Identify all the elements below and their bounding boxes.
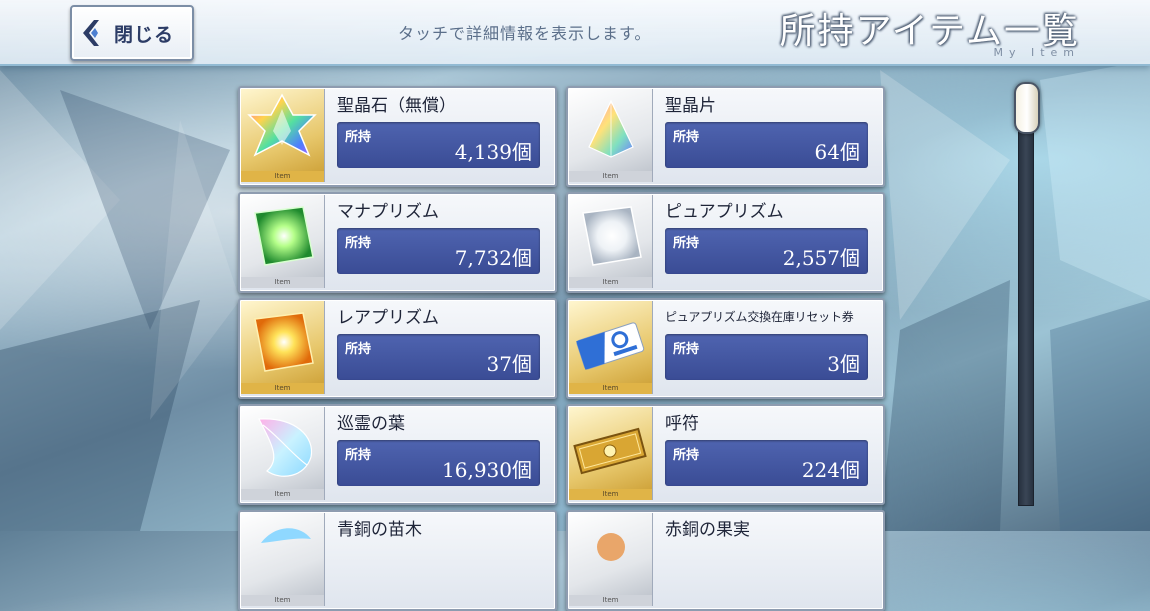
item-type-tag: Item <box>569 383 652 394</box>
owned-count-panel: 所持 3個 <box>665 334 868 380</box>
item-card[interactable]: Item レアプリズム所持 37個 <box>238 298 557 399</box>
scrollbar-track[interactable] <box>1018 88 1034 506</box>
item-card[interactable]: Item 赤銅の果実 <box>566 510 885 611</box>
item-card[interactable]: Item 呼符所持 224個 <box>566 404 885 505</box>
owned-count: 224個 <box>801 458 860 482</box>
item-card[interactable]: Item 聖晶石（無償） 所持 4,139個 <box>238 86 557 187</box>
owned-label: 所持 <box>345 448 372 463</box>
owned-label: 所持 <box>673 236 700 251</box>
item-card[interactable]: Item 巡霊の葉所持 16,930個 <box>238 404 557 505</box>
item-type-tag: Item <box>569 277 652 288</box>
item-name: 赤銅の果実 <box>665 520 750 540</box>
owned-count: 4,139個 <box>454 140 532 164</box>
item-thumbnail: Item <box>241 407 325 500</box>
item-thumbnail: Item <box>569 195 653 288</box>
item-type-tag: Item <box>241 383 324 394</box>
owned-count-panel: 所持 37個 <box>337 334 540 380</box>
owned-label: 所持 <box>345 236 372 251</box>
owned-label: 所持 <box>673 448 700 463</box>
item-card[interactable]: Item マナプリズム所持 7,732個 <box>238 192 557 293</box>
owned-count-panel: 所持 2,557個 <box>665 228 868 274</box>
owned-count: 7,732個 <box>454 246 532 270</box>
item-name: マナプリズム <box>337 202 439 222</box>
item-thumbnail: Item <box>241 301 325 394</box>
item-thumbnail: Item <box>241 89 325 182</box>
top-bar: 閉じる タッチで詳細情報を表示します。 所持アイテム一覧 My Item <box>0 0 1150 66</box>
item-card[interactable]: Item 青銅の苗木 <box>238 510 557 611</box>
item-type-tag: Item <box>569 595 652 606</box>
owned-label: 所持 <box>673 130 700 145</box>
item-card[interactable]: Item ピュアプリズム交換在庫リセット券所持 3個 <box>566 298 885 399</box>
item-card[interactable]: Item ピュアプリズム所持 2,557個 <box>566 192 885 293</box>
owned-count-panel: 所持 4,139個 <box>337 122 540 168</box>
item-type-tag: Item <box>241 171 324 182</box>
item-thumbnail: Item <box>569 301 653 394</box>
scrollbar-handle[interactable] <box>1014 82 1040 134</box>
owned-count-panel: 所持 64個 <box>665 122 868 168</box>
page-subtitle: My Item <box>993 46 1080 59</box>
owned-count-panel: 所持 16,930個 <box>337 440 540 486</box>
item-thumbnail: Item <box>569 407 653 500</box>
item-name: ピュアプリズム交換在庫リセット券 <box>665 310 854 324</box>
owned-label: 所持 <box>673 342 700 357</box>
item-name: 巡霊の葉 <box>337 414 405 434</box>
item-name: ピュアプリズム <box>665 202 784 222</box>
item-name: 青銅の苗木 <box>337 520 422 540</box>
owned-label: 所持 <box>345 130 372 145</box>
item-name: 聖晶片 <box>665 96 716 116</box>
item-card[interactable]: Item 聖晶片所持 64個 <box>566 86 885 187</box>
item-thumbnail: Item <box>241 513 325 606</box>
item-name: 聖晶石（無償） <box>337 96 456 116</box>
close-button[interactable]: 閉じる <box>70 5 194 61</box>
item-name: レアプリズム <box>337 308 439 328</box>
back-arrow-icon <box>80 18 102 48</box>
owned-label: 所持 <box>345 342 372 357</box>
owned-count: 3個 <box>827 352 860 376</box>
owned-count-panel: 所持 7,732個 <box>337 228 540 274</box>
item-thumbnail: Item <box>569 513 653 606</box>
item-type-tag: Item <box>569 489 652 500</box>
item-type-tag: Item <box>241 277 324 288</box>
item-name: 呼符 <box>665 414 699 434</box>
item-type-tag: Item <box>241 595 324 606</box>
owned-count: 64個 <box>814 140 860 164</box>
item-type-tag: Item <box>241 489 324 500</box>
owned-count: 2,557個 <box>782 246 860 270</box>
item-thumbnail: Item <box>569 89 653 182</box>
close-button-label: 閉じる <box>114 23 175 46</box>
owned-count-panel: 所持 224個 <box>665 440 868 486</box>
owned-count: 37個 <box>486 352 532 376</box>
owned-count: 16,930個 <box>442 458 532 482</box>
item-thumbnail: Item <box>241 195 325 288</box>
item-type-tag: Item <box>569 171 652 182</box>
instruction-text: タッチで詳細情報を表示します。 <box>398 24 652 43</box>
